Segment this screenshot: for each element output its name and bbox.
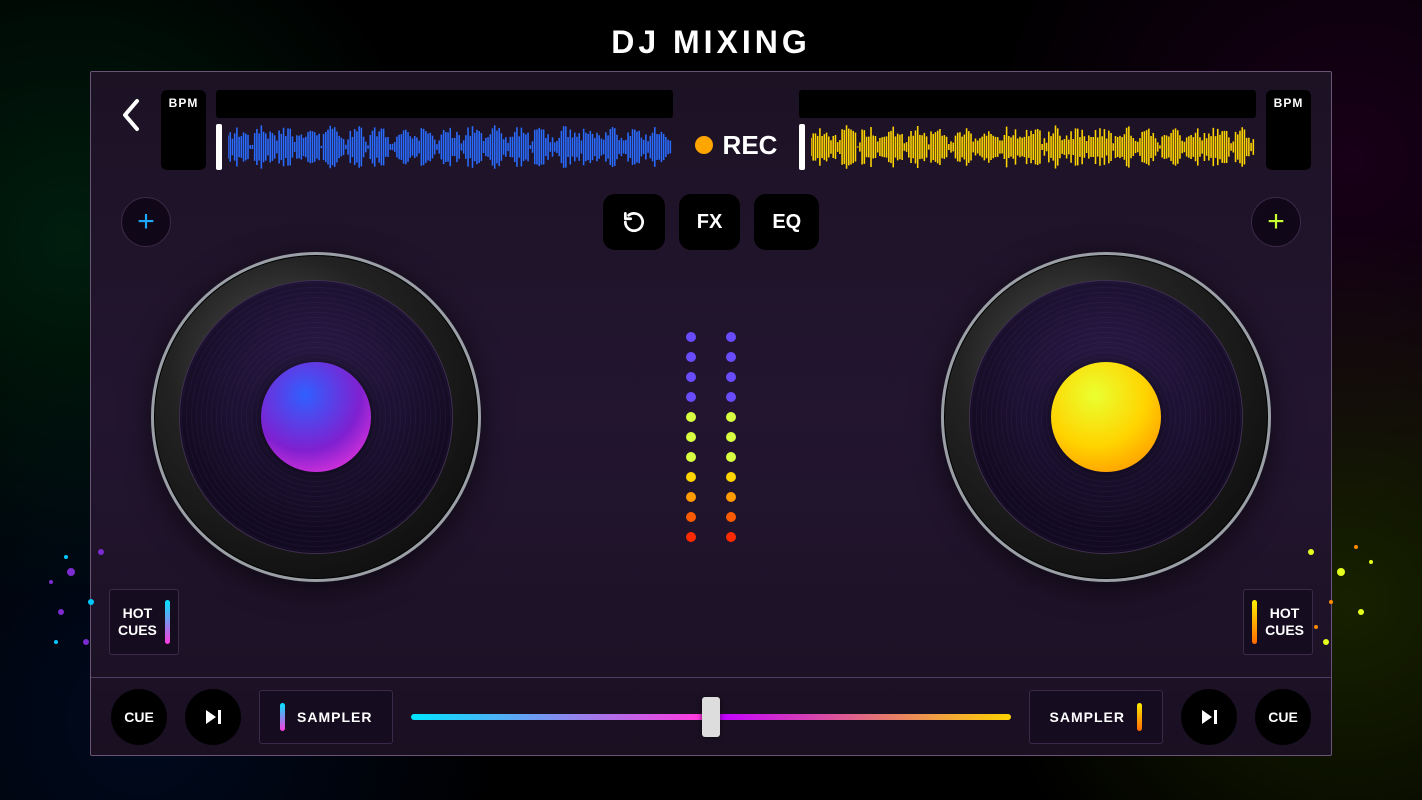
meter-dot (726, 332, 736, 342)
play-next-icon (1199, 707, 1219, 727)
deck-row (91, 242, 1331, 582)
eq-label: EQ (772, 211, 801, 234)
bpm-label: BPM (169, 96, 199, 110)
bpm-badge-left[interactable]: BPM (161, 90, 206, 170)
sampler-label: SAMPLER (1050, 709, 1125, 725)
bpm-label: BPM (1274, 96, 1304, 110)
waveform-deck-b (799, 90, 1256, 170)
meter-dot (726, 452, 736, 462)
meter-dot (686, 332, 696, 342)
fx-label: FX (697, 211, 723, 234)
meter-dot (686, 472, 696, 482)
add-track-a-button[interactable]: + (121, 197, 171, 247)
jog-center-a (261, 362, 371, 472)
jog-wheel-b[interactable] (941, 252, 1271, 582)
app-title: DJ MIXING (0, 0, 1422, 71)
play-next-icon (203, 707, 223, 727)
waveform-a[interactable] (216, 124, 673, 170)
top-bar: BPM REC BPM (91, 72, 1331, 170)
level-meters (686, 332, 736, 542)
play-next-a-button[interactable] (185, 689, 241, 745)
plus-icon: + (1267, 205, 1285, 239)
crossfader-thumb[interactable] (702, 697, 720, 737)
meter-dot (686, 352, 696, 362)
sampler-label: SAMPLER (297, 709, 372, 725)
meter-dot (686, 372, 696, 382)
back-button[interactable] (111, 90, 151, 140)
meter-dot (686, 412, 696, 422)
crossfader[interactable] (411, 697, 1010, 737)
track-bar-a[interactable] (216, 90, 673, 118)
meter-dot (726, 492, 736, 502)
cue-b-button[interactable]: CUE (1255, 689, 1311, 745)
meter-dot (726, 432, 736, 442)
meter-dot (726, 512, 736, 522)
meter-dot (686, 512, 696, 522)
cue-a-button[interactable]: CUE (111, 689, 167, 745)
cue-label: CUE (124, 709, 154, 725)
add-track-b-button[interactable]: + (1251, 197, 1301, 247)
meter-right (726, 332, 736, 542)
meter-dot (726, 372, 736, 382)
meter-dot (726, 352, 736, 362)
sampler-bar-icon (280, 703, 285, 731)
meter-left (686, 332, 696, 542)
meter-dot (686, 432, 696, 442)
refresh-icon (621, 209, 647, 235)
jog-center-b (1051, 362, 1161, 472)
meter-dot (686, 532, 696, 542)
record-button[interactable]: REC (683, 130, 790, 161)
play-next-b-button[interactable] (1181, 689, 1237, 745)
meter-dot (726, 392, 736, 402)
plus-icon: + (137, 205, 155, 239)
meter-dot (726, 472, 736, 482)
meter-dot (686, 452, 696, 462)
bottom-bar: CUE SAMPLER SAMPLER CUE (91, 677, 1331, 755)
playhead-icon (799, 124, 805, 170)
waveform-b-svg (811, 124, 1256, 170)
waveform-deck-a (216, 90, 673, 170)
record-dot-icon (695, 136, 713, 154)
jog-wheel-a[interactable] (151, 252, 481, 582)
meter-dot (686, 492, 696, 502)
waveform-b[interactable] (799, 124, 1256, 170)
sampler-a-button[interactable]: SAMPLER (259, 690, 393, 744)
cue-label: CUE (1268, 709, 1298, 725)
hot-cues-bar-icon (165, 600, 170, 644)
hot-cues-a-button[interactable]: HOT CUES (109, 589, 179, 655)
meter-dot (726, 532, 736, 542)
playhead-icon (216, 124, 222, 170)
hot-cues-b-button[interactable]: HOT CUES (1243, 589, 1313, 655)
track-bar-b[interactable] (799, 90, 1256, 118)
chevron-left-icon (119, 97, 143, 133)
sampler-bar-icon (1137, 703, 1142, 731)
bpm-badge-right[interactable]: BPM (1266, 90, 1311, 170)
dj-console: BPM REC BPM + F (90, 71, 1332, 756)
waveform-a-svg (228, 124, 673, 170)
rec-label: REC (723, 130, 778, 161)
meter-dot (726, 412, 736, 422)
sampler-b-button[interactable]: SAMPLER (1029, 690, 1163, 744)
hot-cues-bar-icon (1252, 600, 1257, 644)
hot-cues-label: HOT CUES (118, 605, 157, 639)
hot-cues-label: HOT CUES (1265, 605, 1304, 639)
meter-dot (686, 392, 696, 402)
